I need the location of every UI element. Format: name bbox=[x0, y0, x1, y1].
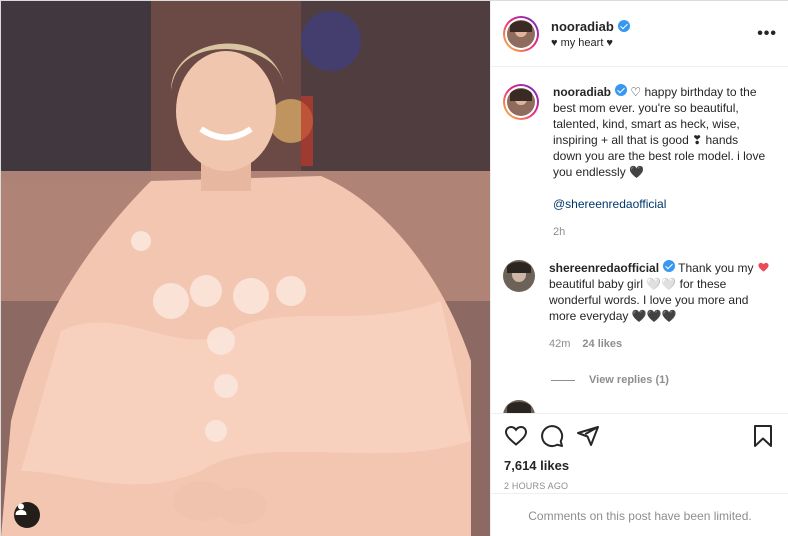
author-avatar[interactable] bbox=[503, 15, 539, 52]
comment-item: shereenredaofficial Thank you my beautif… bbox=[503, 260, 775, 352]
likes-count[interactable]: 7,614 likes bbox=[504, 458, 775, 473]
post-sidebar: nooradiab ♥ my heart ♥ ••• nooradiab ♡ h… bbox=[490, 1, 788, 536]
caption-mention-link[interactable]: @shereenredaofficial bbox=[553, 196, 768, 212]
caption: nooradiab ♡ happy birthday to the best m… bbox=[503, 84, 775, 240]
view-replies-divider bbox=[551, 379, 575, 381]
comment-username[interactable]: shereenredaofficial bbox=[549, 261, 659, 275]
caption-text: ♡ happy birthday to the best mom ever. y… bbox=[553, 85, 766, 179]
commenter-avatar[interactable] bbox=[503, 260, 535, 292]
post-photo[interactable] bbox=[1, 1, 490, 536]
comments-section[interactable]: nooradiab ♡ happy birthday to the best m… bbox=[491, 68, 788, 413]
comment-likes[interactable]: 24 likes bbox=[582, 336, 622, 352]
commenter-avatar[interactable] bbox=[503, 400, 535, 413]
caption-username[interactable]: nooradiab bbox=[553, 85, 611, 99]
caption-time[interactable]: 2h bbox=[553, 224, 565, 240]
instagram-post: nooradiab ♥ my heart ♥ ••• nooradiab ♡ h… bbox=[0, 0, 788, 536]
user-tag-icon bbox=[15, 503, 27, 515]
comments-limited-notice: Comments on this post have been limited. bbox=[491, 493, 788, 536]
view-replies-button[interactable]: View replies (1) bbox=[551, 374, 775, 386]
bookmark-icon[interactable] bbox=[751, 424, 775, 448]
comment-icon[interactable] bbox=[540, 424, 564, 448]
post-actions: 7,614 likes 2 HOURS AGO bbox=[491, 413, 788, 493]
author-subtitle: ♥ my heart ♥ bbox=[551, 36, 613, 49]
user-tags-button[interactable] bbox=[14, 502, 40, 528]
comment-time[interactable]: 42m bbox=[549, 336, 570, 352]
post-timestamp[interactable]: 2 HOURS AGO bbox=[504, 481, 775, 491]
verified-badge-icon bbox=[663, 260, 676, 272]
post-header: nooradiab ♥ my heart ♥ ••• bbox=[491, 1, 788, 67]
post-photo-illustration bbox=[1, 1, 490, 536]
author-username[interactable]: nooradiab bbox=[551, 19, 614, 34]
verified-badge-icon bbox=[617, 20, 630, 32]
view-replies-label: View replies (1) bbox=[589, 374, 669, 386]
next-comment-peek bbox=[503, 400, 775, 413]
heart-outline-icon[interactable] bbox=[504, 424, 528, 448]
share-icon[interactable] bbox=[576, 424, 600, 448]
more-options-icon[interactable]: ••• bbox=[757, 25, 777, 43]
caption-avatar[interactable] bbox=[503, 84, 539, 120]
comment-like-heart-icon[interactable] bbox=[758, 262, 769, 273]
verified-badge-icon bbox=[615, 84, 628, 96]
